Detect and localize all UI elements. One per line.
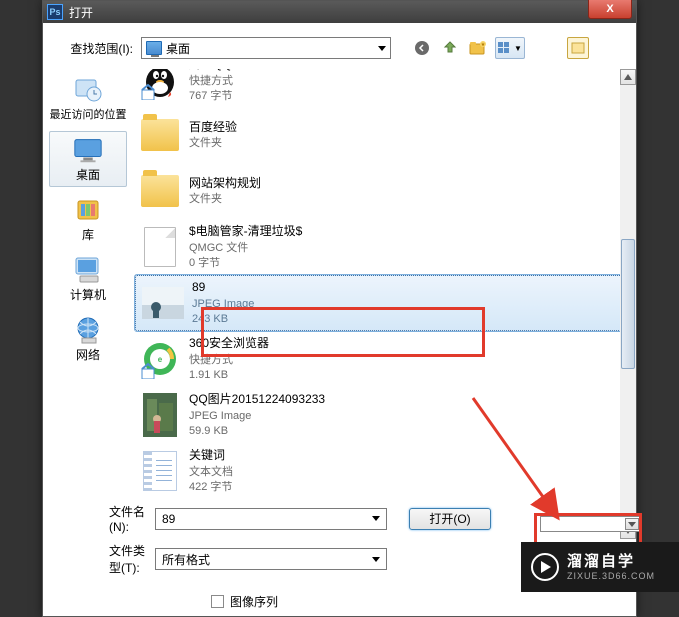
toolbar: ★ ▼: [411, 37, 589, 59]
lookin-combo[interactable]: 桌面: [141, 37, 391, 59]
image-sequence-checkbox[interactable]: 图像序列: [211, 593, 278, 610]
file-name: 腾讯QQ: [189, 69, 233, 73]
scrollbar-thumb[interactable]: [621, 239, 635, 369]
places-bar: 最近访问的位置 桌面 库: [43, 69, 133, 539]
file-type: 文本文档: [189, 465, 233, 479]
scroll-up-button[interactable]: [620, 69, 636, 85]
desktop-icon: [72, 136, 104, 164]
filetype-value: 所有格式: [162, 551, 210, 568]
close-icon: X: [606, 3, 613, 15]
vertical-scrollbar[interactable]: [620, 69, 636, 539]
file-type: 快捷方式: [189, 353, 269, 367]
file-icon: [139, 226, 181, 268]
svg-text:★: ★: [481, 42, 486, 48]
image-thumbnail: [142, 282, 184, 324]
open-dialog: Ps 打开 X 查找范围(I): 桌面 ★: [42, 0, 637, 617]
filename-label: 文件名(N):: [51, 503, 151, 534]
place-label: 计算机: [70, 286, 106, 303]
place-label: 桌面: [76, 166, 100, 183]
back-button[interactable]: [411, 37, 433, 59]
checkbox-label: 图像序列: [230, 593, 278, 610]
file-type: 文件夹: [189, 192, 261, 206]
filename-combo[interactable]: 89: [155, 508, 387, 530]
qq-icon: [139, 69, 181, 101]
computer-icon: [72, 256, 104, 284]
close-button[interactable]: X: [588, 0, 632, 19]
extra-button[interactable]: [567, 37, 589, 59]
title-bar: Ps 打开 X: [43, 1, 636, 23]
file-type: 快捷方式: [189, 74, 233, 88]
text-file-icon: [139, 450, 181, 492]
file-size: 1.91 KB: [189, 368, 269, 382]
svg-text:e: e: [158, 355, 163, 364]
network-icon: [72, 316, 104, 344]
up-button[interactable]: [439, 37, 461, 59]
desktop-icon: [146, 41, 162, 55]
dialog-body: 查找范围(I): 桌面 ★ ▼: [43, 23, 636, 616]
file-name: QQ图片20151224093233: [189, 392, 325, 408]
place-recent[interactable]: 最近访问的位置: [49, 71, 127, 127]
chevron-down-icon: [372, 516, 380, 521]
file-list: 腾讯QQ 快捷方式 767 字节 百度经验 文件夹 网站架构规划: [133, 69, 636, 539]
list-item[interactable]: 腾讯QQ 快捷方式 767 字节: [133, 69, 636, 107]
file-type: JPEG Image: [189, 409, 325, 423]
recent-icon: [72, 76, 104, 104]
file-size: 0 字节: [189, 256, 302, 270]
filename-value: 89: [162, 512, 175, 526]
360-icon: e: [139, 338, 181, 380]
lookin-label: 查找范围(I):: [51, 40, 141, 57]
new-folder-button[interactable]: ★: [467, 37, 489, 59]
open-button[interactable]: 打开(O): [409, 508, 491, 530]
list-item-selected[interactable]: 89 JPEG Image 243 KB: [135, 275, 630, 331]
place-computer[interactable]: 计算机: [49, 251, 127, 307]
place-libraries[interactable]: 库: [49, 191, 127, 247]
checkbox-icon: [211, 595, 224, 608]
list-item[interactable]: 关键词 文本文档 422 字节: [133, 443, 636, 499]
file-name: 89: [192, 280, 254, 296]
lookin-row: 查找范围(I): 桌面 ★ ▼: [43, 23, 636, 69]
list-item[interactable]: QQ图片20151224093233 JPEG Image 59.9 KB: [133, 387, 636, 443]
place-label: 网络: [76, 346, 100, 363]
chevron-down-icon: [378, 46, 386, 51]
lookin-value: 桌面: [166, 40, 190, 57]
filetype-combo[interactable]: 所有格式: [155, 548, 387, 570]
main-area: 最近访问的位置 桌面 库: [43, 69, 636, 539]
list-item[interactable]: 百度经验 文件夹: [133, 107, 636, 163]
list-item[interactable]: e 360安全浏览器 快捷方式 1.91 KB: [133, 331, 636, 387]
place-label: 库: [82, 226, 94, 243]
file-type: QMGC 文件: [189, 241, 302, 255]
watermark-url: ZIXUE.3D66.COM: [567, 571, 655, 582]
window-title: 打开: [69, 4, 93, 21]
place-label: 最近访问的位置: [50, 106, 127, 122]
file-type: JPEG Image: [192, 297, 254, 311]
file-type: 文件夹: [189, 136, 237, 150]
folder-icon: [139, 114, 181, 156]
filetype-label: 文件类型(T):: [51, 542, 151, 576]
chevron-down-icon: [372, 557, 380, 562]
file-name: 关键词: [189, 448, 233, 464]
file-name: 网站架构规划: [189, 176, 261, 192]
place-desktop[interactable]: 桌面: [49, 131, 127, 187]
list-item[interactable]: $电脑管家-清理垃圾$ QMGC 文件 0 字节: [133, 219, 636, 275]
libraries-icon: [72, 196, 104, 224]
file-size: 422 字节: [189, 480, 233, 494]
list-item[interactable]: 网站架构规划 文件夹: [133, 163, 636, 219]
file-size: 59.9 KB: [189, 424, 325, 438]
image-thumbnail: [139, 394, 181, 436]
file-size: 243 KB: [192, 312, 254, 326]
photoshop-icon: Ps: [47, 4, 63, 20]
file-size: 767 字节: [189, 89, 233, 103]
place-network[interactable]: 网络: [49, 311, 127, 367]
watermark: 溜溜自学 ZIXUE.3D66.COM: [521, 542, 679, 592]
folder-icon: [139, 170, 181, 212]
watermark-title: 溜溜自学: [567, 553, 655, 571]
file-name: $电脑管家-清理垃圾$: [189, 224, 302, 240]
play-icon: [531, 553, 559, 581]
file-name: 360安全浏览器: [189, 336, 269, 352]
view-menu-button[interactable]: ▼: [495, 37, 525, 59]
file-name: 百度经验: [189, 120, 237, 136]
